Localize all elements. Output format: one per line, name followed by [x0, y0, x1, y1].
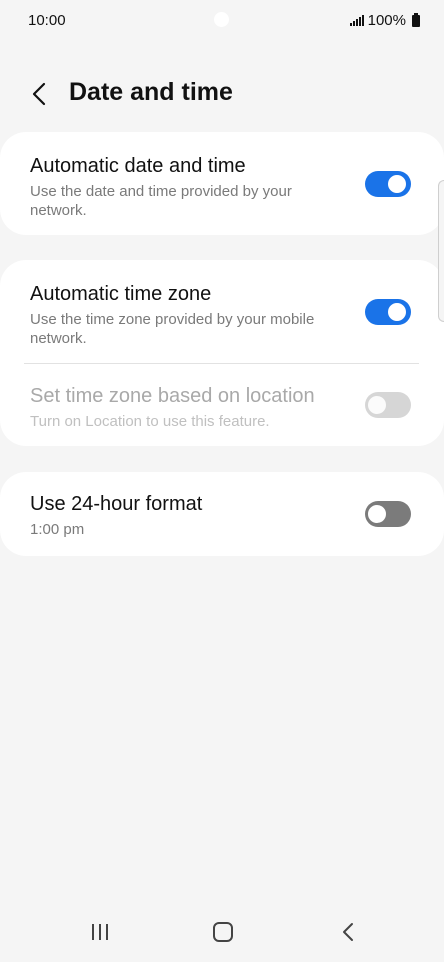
setting-location-time-zone: Set time zone based on location Turn on …: [30, 384, 420, 431]
page-title: Date and time: [69, 78, 233, 106]
navigation-bar: [0, 900, 444, 962]
setting-title: Set time zone based on location: [30, 385, 315, 407]
recents-icon: [92, 924, 108, 940]
setting-description: 1:00 pm: [30, 521, 85, 538]
back-button[interactable]: [24, 78, 56, 110]
setting-title: Use 24-hour format: [30, 493, 203, 515]
toggle-knob: [386, 173, 408, 195]
scroll-indicator[interactable]: [438, 180, 444, 322]
setting-description: Use the time zone provided by your mobil…: [30, 311, 315, 347]
automatic-date-time-toggle[interactable]: [365, 171, 411, 197]
setting-use-24-hour[interactable]: Use 24-hour format 1:00 pm: [30, 492, 420, 539]
setting-automatic-time-zone[interactable]: Automatic time zone Use the time zone pr…: [30, 282, 420, 348]
back-icon: [343, 923, 353, 941]
front-camera: [214, 12, 229, 27]
battery-percentage: 100%: [367, 12, 406, 29]
status-time: 10:00: [28, 12, 66, 29]
use-24-hour-toggle[interactable]: [365, 501, 411, 527]
recents-button[interactable]: [90, 922, 110, 942]
toggle-knob: [366, 394, 388, 416]
automatic-time-zone-toggle[interactable]: [365, 299, 411, 325]
location-time-zone-toggle: [365, 392, 411, 418]
toggle-knob: [366, 503, 388, 525]
setting-title: Automatic date and time: [30, 155, 246, 177]
status-icons: 100%: [349, 12, 420, 29]
divider: [24, 363, 419, 364]
status-bar: 10:00 100%: [0, 0, 444, 44]
home-button[interactable]: [213, 922, 233, 942]
setting-description: Use the date and time provided by your n…: [30, 183, 292, 219]
settings-card-date: Automatic date and time Use the date and…: [0, 132, 444, 235]
nav-back-button[interactable]: [340, 922, 356, 942]
signal-icon: [349, 15, 364, 26]
settings-card-timezone: Automatic time zone Use the time zone pr…: [0, 260, 444, 446]
setting-description: Turn on Location to use this feature.: [30, 413, 270, 430]
toggle-knob: [386, 301, 408, 323]
settings-card-format: Use 24-hour format 1:00 pm: [0, 472, 444, 556]
header: Date and time: [0, 70, 444, 120]
chevron-left-icon: [32, 82, 46, 106]
setting-automatic-date-time[interactable]: Automatic date and time Use the date and…: [30, 154, 420, 220]
setting-title: Automatic time zone: [30, 283, 212, 305]
battery-icon: [412, 12, 420, 27]
